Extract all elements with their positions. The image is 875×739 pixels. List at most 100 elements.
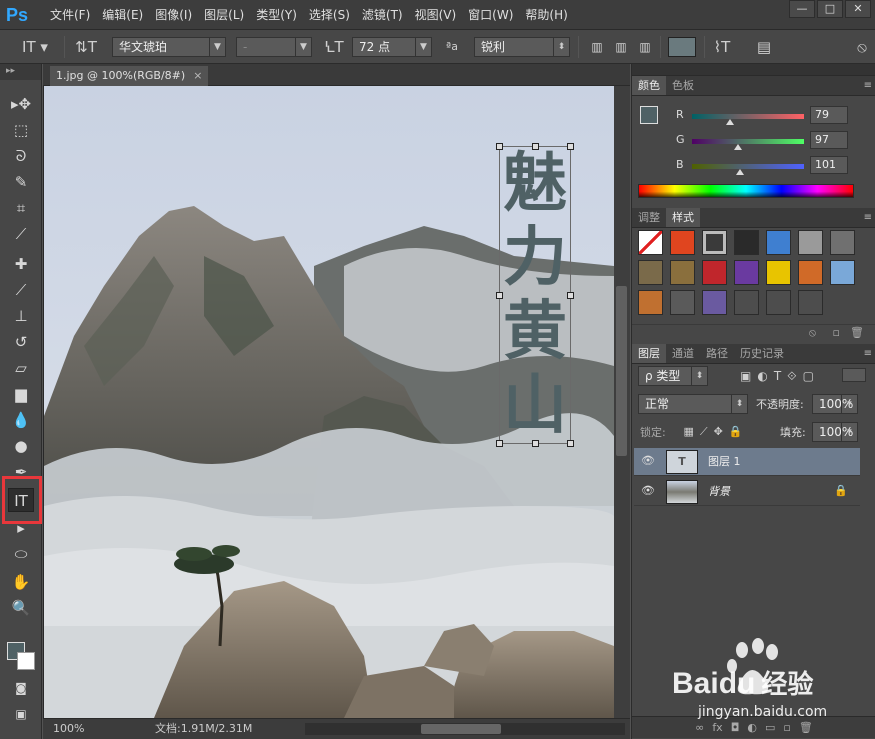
style-swatch[interactable] [766, 230, 791, 255]
warp-text-icon[interactable]: ⌇T [710, 37, 734, 57]
align-bottom-icon[interactable]: ▥ [634, 37, 656, 57]
antialias-dropdown[interactable]: 锐利 ⬍ [474, 37, 570, 57]
move-tool-icon[interactable]: ▸✥ [8, 92, 34, 116]
visibility-eye-icon[interactable]: 👁 [641, 454, 655, 467]
style-swatch[interactable] [702, 290, 727, 315]
new-style-icon[interactable]: ▫ [833, 326, 840, 339]
delete-style-icon[interactable]: 🗑 [850, 326, 864, 339]
style-swatch[interactable] [638, 230, 663, 255]
quick-select-tool-icon[interactable]: ✎ [8, 170, 34, 194]
blue-value-field[interactable]: 101 [810, 156, 848, 174]
menu-select[interactable]: 选择(S) [309, 0, 358, 30]
style-swatch[interactable] [702, 230, 727, 255]
lasso-tool-icon[interactable]: ᘐ [8, 144, 34, 168]
hand-tool-icon[interactable]: ✋ [8, 570, 34, 594]
menu-layer[interactable]: 图层(L) [204, 0, 252, 30]
menu-window[interactable]: 窗口(W) [468, 0, 521, 30]
layer-filter-dropdown[interactable]: ρ 类型 ⬍ [638, 366, 708, 386]
layer-row-background[interactable]: 👁 背景 🔒 [634, 478, 860, 506]
character-panel-icon[interactable]: ▤ [752, 37, 776, 57]
dodge-tool-icon[interactable]: ● [8, 434, 34, 458]
menu-help[interactable]: 帮助(H) [525, 0, 575, 30]
layer-filter-icons[interactable]: ▣◐T⟐▢ [730, 366, 830, 386]
background-color-swatch[interactable] [17, 652, 35, 670]
style-swatch[interactable] [638, 260, 663, 285]
menu-file[interactable]: 文件(F) [50, 0, 98, 30]
gradient-tool-icon[interactable]: ▆ [8, 382, 34, 406]
minimize-button[interactable]: — [789, 0, 815, 18]
style-swatch[interactable] [766, 260, 791, 285]
green-slider-thumb[interactable] [734, 144, 742, 150]
visibility-eye-icon[interactable]: 👁 [641, 484, 655, 497]
green-value-field[interactable]: 97 [810, 131, 848, 149]
style-swatch[interactable] [830, 230, 855, 255]
color-spectrum[interactable] [638, 184, 854, 198]
style-swatch[interactable] [734, 260, 759, 285]
blue-slider-thumb[interactable] [736, 169, 744, 175]
style-swatch[interactable] [734, 290, 759, 315]
canvas-image[interactable]: 魅 力 黄 山 [44, 86, 614, 718]
tab-history[interactable]: 历史记录 [734, 344, 790, 363]
menu-filter[interactable]: 滤镜(T) [362, 0, 411, 30]
blur-tool-icon[interactable]: 💧 [8, 408, 34, 432]
ellipse-tool-icon[interactable]: ⬭ [8, 542, 34, 566]
font-size-dropdown[interactable]: 72 点 ▼ [352, 37, 432, 57]
tab-channels[interactable]: 通道 [666, 344, 700, 363]
cancel-edit-icon[interactable]: ⦸ [852, 37, 872, 57]
filter-toggle-switch[interactable] [842, 368, 866, 382]
eyedropper-tool-icon[interactable]: ⟋ [8, 222, 34, 246]
toggle-text-orientation-icon[interactable]: ⇅T [74, 37, 98, 57]
tab-layers[interactable]: 图层 [632, 344, 666, 363]
zoom-level[interactable]: 100% [53, 719, 84, 739]
lock-icons[interactable]: ▦⟋✥🔒 [676, 422, 756, 442]
brush-tool-icon[interactable]: ⟋ [8, 278, 34, 302]
red-slider[interactable] [692, 114, 804, 119]
style-swatch[interactable] [670, 290, 695, 315]
panel-menu-icon[interactable]: ≡ [864, 344, 872, 364]
opacity-field[interactable]: 100% ▾ [812, 394, 858, 414]
tab-adjustments[interactable]: 调整 [632, 208, 666, 227]
panel-menu-icon[interactable]: ≡ [864, 208, 872, 228]
style-swatch[interactable] [670, 230, 695, 255]
menu-image[interactable]: 图像(I) [155, 0, 200, 30]
style-swatch[interactable] [798, 260, 823, 285]
font-style-dropdown[interactable]: - ▼ [236, 37, 312, 57]
fill-field[interactable]: 100% ▾ [812, 422, 858, 442]
style-swatch[interactable] [734, 230, 759, 255]
clear-style-icon[interactable]: ⦸ [809, 326, 816, 340]
close-tab-icon[interactable]: × [193, 69, 202, 82]
clone-stamp-tool-icon[interactable]: ⊥ [8, 304, 34, 328]
align-top-icon[interactable]: ▥ [586, 37, 608, 57]
blend-mode-dropdown[interactable]: 正常 ⬍ [638, 394, 748, 414]
style-swatch[interactable] [798, 230, 823, 255]
eraser-tool-icon[interactable]: ▱ [8, 356, 34, 380]
history-brush-tool-icon[interactable]: ↺ [8, 330, 34, 354]
crop-tool-icon[interactable]: ⌗ [8, 196, 34, 220]
red-slider-thumb[interactable] [726, 119, 734, 125]
text-bounding-box[interactable]: 魅 力 黄 山 [496, 143, 574, 447]
document-tab[interactable]: 1.jpg @ 100%(RGB/8#) × [50, 66, 209, 86]
zoom-tool-icon[interactable]: 🔍 [8, 596, 34, 620]
screen-mode-icon[interactable]: ▣ [8, 702, 34, 726]
marquee-tool-icon[interactable]: ⬚ [8, 118, 34, 142]
menu-view[interactable]: 视图(V) [415, 0, 465, 30]
healing-brush-tool-icon[interactable]: ✚ [8, 252, 34, 276]
horizontal-scrollbar[interactable] [305, 723, 625, 735]
style-swatch[interactable] [830, 260, 855, 285]
style-swatch[interactable] [670, 260, 695, 285]
layer-name[interactable]: 背景 [708, 478, 730, 506]
vertical-scrollbar[interactable] [614, 86, 630, 718]
type-tool-preset-icon[interactable]: IT ▾ [20, 37, 50, 57]
align-center-icon[interactable]: ▥ [610, 37, 632, 57]
font-family-dropdown[interactable]: 华文琥珀 ▼ [112, 37, 226, 57]
style-swatch[interactable] [798, 290, 823, 315]
color-panel-foreground-swatch[interactable] [640, 106, 658, 124]
maximize-button[interactable]: □ [817, 0, 843, 18]
blue-slider[interactable] [692, 164, 804, 169]
menu-type[interactable]: 类型(Y) [256, 0, 305, 30]
text-color-swatch[interactable] [668, 37, 696, 57]
menu-edit[interactable]: 编辑(E) [102, 0, 151, 30]
style-swatch[interactable] [702, 260, 727, 285]
tab-styles[interactable]: 样式 [666, 208, 700, 227]
style-swatch[interactable] [766, 290, 791, 315]
